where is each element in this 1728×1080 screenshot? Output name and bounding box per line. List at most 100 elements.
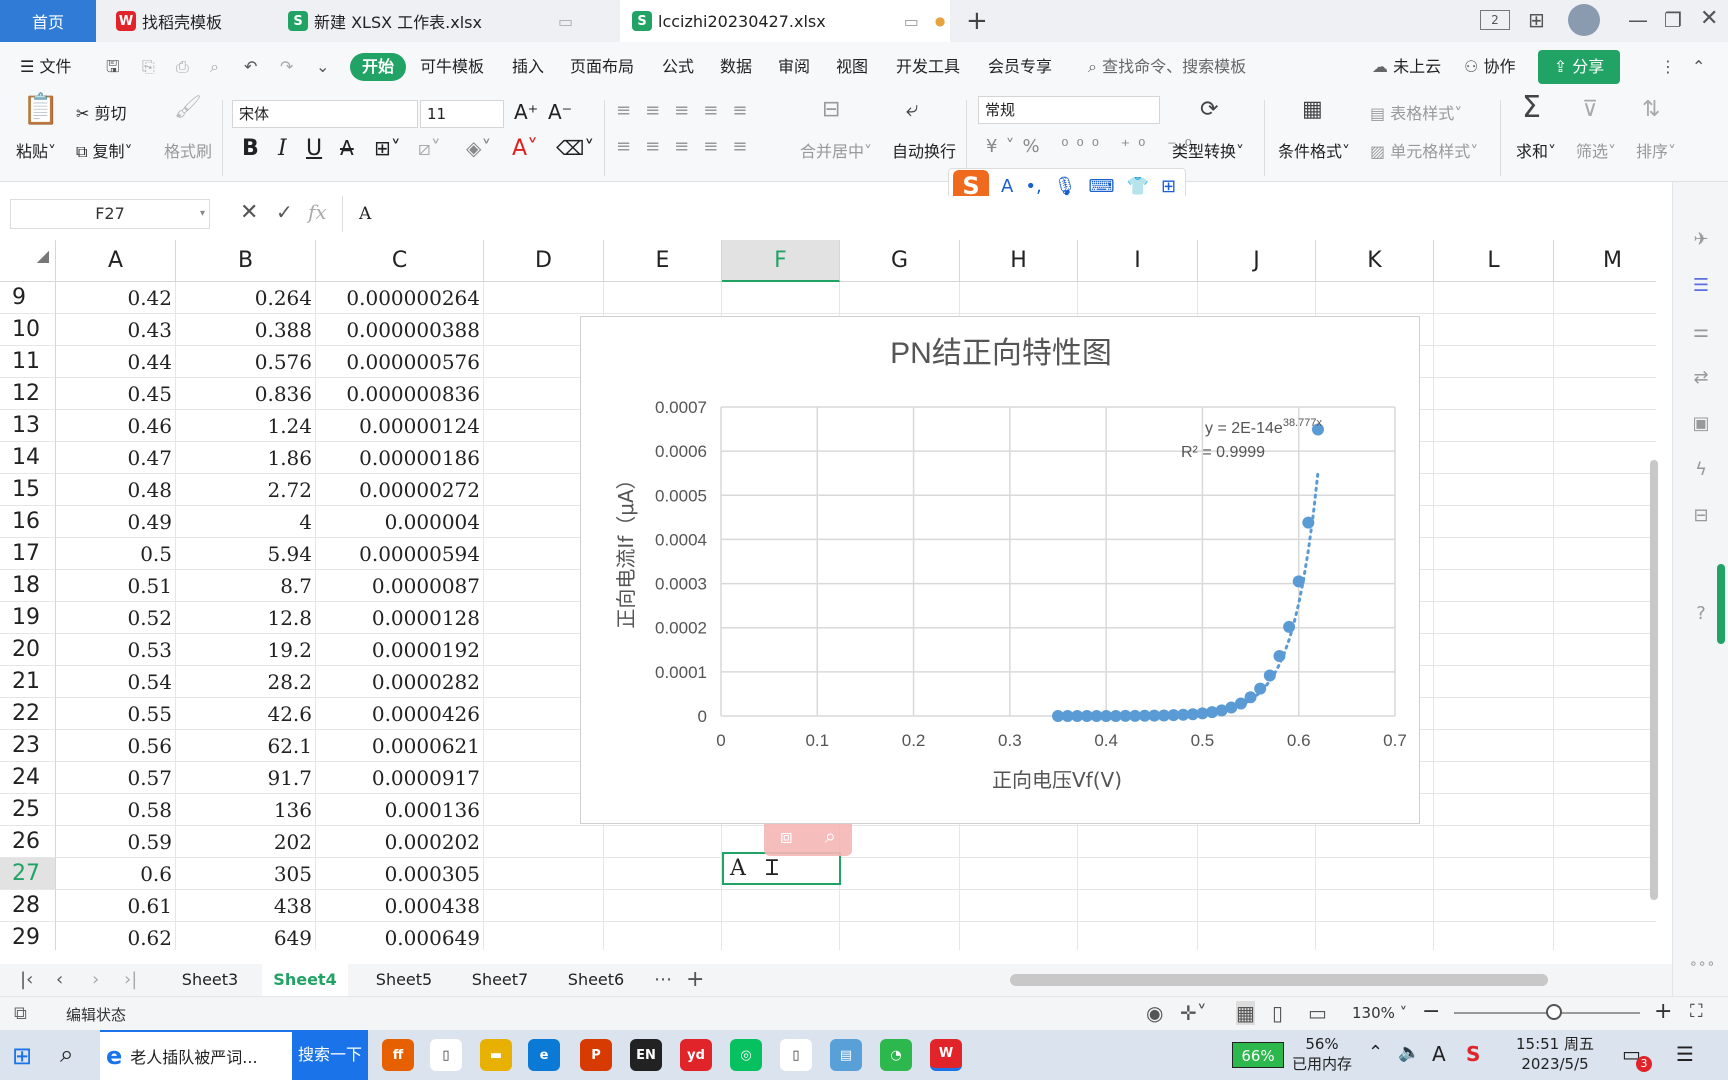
column-header[interactable]: G <box>840 240 960 282</box>
help-icon[interactable]: ? <box>1689 602 1713 626</box>
more-chevron-icon[interactable]: ⌄ <box>316 42 329 92</box>
cell-b[interactable]: 0.836 <box>176 378 316 410</box>
restore-icon[interactable]: ❐ <box>1664 8 1682 32</box>
font-size-select[interactable]: 11 <box>420 100 504 128</box>
tab-insert[interactable]: 插入 <box>512 42 544 92</box>
cell-b[interactable]: 202 <box>176 826 316 858</box>
transfer-icon[interactable]: ⇄ <box>1689 366 1713 390</box>
page-layout-view-icon[interactable]: ▭ <box>1308 1001 1327 1025</box>
cell-c[interactable]: 0.000000264 <box>316 282 484 314</box>
paste-icon[interactable]: 📋 <box>22 95 59 125</box>
cell-b[interactable]: 2.72 <box>176 474 316 506</box>
cell-c[interactable]: 0.0000282 <box>316 666 484 698</box>
tab-formula[interactable]: 公式 <box>662 42 694 92</box>
youdao-icon[interactable]: yd <box>680 1039 712 1071</box>
cell-c[interactable]: 0.000305 <box>316 858 484 890</box>
column-header[interactable]: L <box>1434 240 1554 282</box>
cell-a[interactable]: 0.62 <box>56 922 176 950</box>
normal-view-icon[interactable]: ▦ <box>1236 1001 1255 1025</box>
tab-member[interactable]: 会员专享 <box>988 42 1052 92</box>
column-header[interactable]: E <box>604 240 722 282</box>
cell-c[interactable]: 0.000000836 <box>316 378 484 410</box>
cell-b[interactable]: 42.6 <box>176 698 316 730</box>
cell-a[interactable]: 0.45 <box>56 378 176 410</box>
cell-c[interactable]: 0.0000426 <box>316 698 484 730</box>
ime-mode-icon[interactable]: A <box>1001 176 1013 197</box>
cut-button[interactable]: ✂ 剪切 <box>76 100 127 124</box>
cell-c[interactable]: 0.000136 <box>316 794 484 826</box>
cloud-status[interactable]: ☁ 未上云 <box>1372 42 1441 92</box>
action-center-icon[interactable]: ☰ <box>1676 1042 1694 1066</box>
row-header[interactable]: 14 <box>0 442 56 474</box>
document-app-icon[interactable]: ▯ <box>780 1039 812 1071</box>
underline-button[interactable]: U <box>306 136 322 161</box>
horizontal-scrollbar[interactable] <box>1010 974 1548 986</box>
close-icon[interactable]: ✕ <box>1700 6 1718 31</box>
row-header[interactable]: 11 <box>0 346 56 378</box>
command-search[interactable]: ⌕ 查找命令、搜索模板 <box>1088 42 1246 92</box>
cell-c[interactable]: 0.0000621 <box>316 730 484 762</box>
filter-button[interactable]: 筛选˅ <box>1576 138 1616 162</box>
cell-b[interactable]: 136 <box>176 794 316 826</box>
picture-icon[interactable]: ▣ <box>1689 412 1713 436</box>
windows-start-icon[interactable]: ⊞ <box>12 1042 32 1070</box>
clock[interactable]: 15:51 周五 2023/5/5 <box>1516 1034 1594 1074</box>
page-break-view-icon[interactable]: ▯ <box>1272 1001 1283 1025</box>
row-header[interactable]: 22 <box>0 698 56 730</box>
more-sheets-icon[interactable]: ⋯ <box>654 964 672 996</box>
lightning-icon[interactable]: ϟ <box>1689 458 1713 482</box>
sheet-tab[interactable]: Sheet7 <box>452 964 548 996</box>
column-header[interactable]: H <box>960 240 1078 282</box>
row-header[interactable]: 17 <box>0 538 56 570</box>
wechat-icon[interactable]: ◎ <box>730 1039 762 1071</box>
insert-function-button[interactable]: fx <box>308 200 327 224</box>
more-icon[interactable]: ⋮ <box>1660 42 1676 92</box>
app-icon[interactable]: ▤ <box>830 1039 862 1071</box>
cell-a[interactable]: 0.59 <box>56 826 176 858</box>
horizontal-align-icons[interactable]: ≡≡≡≡≡ <box>616 136 761 157</box>
keyboard-icon[interactable]: ⌨ <box>1089 176 1115 197</box>
share-button[interactable]: ⇪ 分享 <box>1538 50 1620 84</box>
battery-indicator[interactable]: 66% <box>1232 1042 1284 1068</box>
row-header[interactable]: 19 <box>0 602 56 634</box>
font-name-select[interactable]: 宋体 <box>232 100 418 128</box>
print-icon[interactable]: ⎙ <box>176 42 189 92</box>
360-icon[interactable]: ◔ <box>880 1039 912 1071</box>
font-color-icon[interactable]: A˅ <box>512 136 538 161</box>
cell-c[interactable]: 0.00000124 <box>316 410 484 442</box>
tab-home[interactable]: 首页 <box>0 0 96 42</box>
edge-icon[interactable]: e <box>528 1039 560 1071</box>
cell-a[interactable]: 0.47 <box>56 442 176 474</box>
column-header[interactable]: A <box>56 240 176 282</box>
cell-b[interactable]: 0.576 <box>176 346 316 378</box>
first-sheet-icon[interactable]: |‹ <box>20 964 33 996</box>
cell-a[interactable]: 0.53 <box>56 634 176 666</box>
adjust-icon[interactable]: ⚌ <box>1689 320 1713 344</box>
cell-c[interactable]: 0.00000186 <box>316 442 484 474</box>
row-header[interactable]: 20 <box>0 634 56 666</box>
powerpoint-icon[interactable]: P <box>580 1039 612 1071</box>
file-menu[interactable]: ☰ 文件 <box>20 42 71 92</box>
redo-icon[interactable]: ↷ <box>280 42 293 92</box>
tab-dev[interactable]: 开发工具 <box>896 42 960 92</box>
cell-a[interactable]: 0.54 <box>56 666 176 698</box>
memory-indicator[interactable]: 56% 已用内存 <box>1292 1034 1352 1074</box>
cell-a[interactable]: 0.44 <box>56 346 176 378</box>
cell-a[interactable]: 0.43 <box>56 314 176 346</box>
search-icon[interactable]: ⌕ <box>60 1040 73 1068</box>
cell-c[interactable]: 0.000004 <box>316 506 484 538</box>
tab-view[interactable]: 视图 <box>836 42 868 92</box>
tab-docer-templates[interactable]: W 找稻壳模板 <box>104 0 270 42</box>
cell-b[interactable]: 62.1 <box>176 730 316 762</box>
search-icon[interactable]: ⌕ <box>825 824 836 848</box>
column-header[interactable]: D <box>484 240 604 282</box>
formula-input[interactable]: A <box>342 196 1666 232</box>
wrap-button[interactable]: 自动换行 <box>892 138 956 162</box>
chart[interactable]: PN结正向特性图 正向电压Vf(V) 正向电流If（μA） 0 0.1 0.2 0.3… <box>580 316 1420 824</box>
border-icon[interactable]: ⊞˅ <box>374 136 401 160</box>
row-header[interactable]: 26 <box>0 826 56 858</box>
browser-task[interactable]: e 老人插队被严词... <box>100 1030 292 1080</box>
firefox-icon[interactable]: ff <box>382 1039 414 1071</box>
row-header[interactable]: 27 <box>0 858 56 890</box>
cell-b[interactable]: 28.2 <box>176 666 316 698</box>
